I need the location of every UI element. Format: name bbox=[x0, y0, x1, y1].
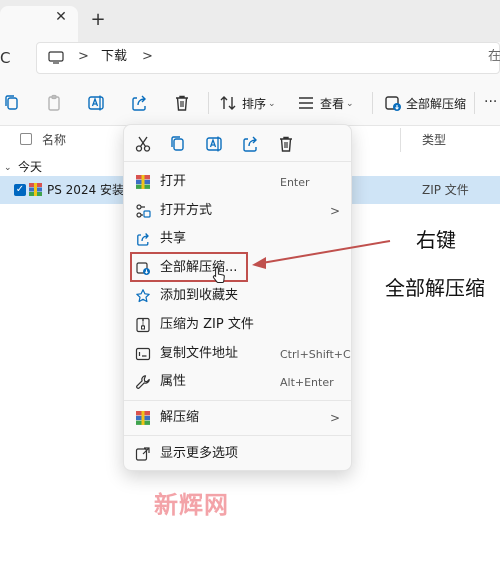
extract-all-button[interactable]: 全部解压缩 bbox=[406, 96, 466, 112]
view-icon[interactable] bbox=[296, 93, 316, 113]
breadcrumb-separator[interactable]: > bbox=[142, 49, 153, 65]
annotation-extract-all: 全部解压缩 bbox=[385, 276, 485, 300]
menu-divider bbox=[124, 400, 351, 401]
open-with-icon bbox=[135, 203, 151, 219]
menu-item-extract[interactable] bbox=[124, 404, 351, 432]
menu-item-label: 共享 bbox=[160, 231, 187, 246]
chevron-down-icon[interactable]: ⌄ bbox=[346, 98, 354, 110]
share-icon bbox=[135, 231, 151, 247]
menu-item-label: 打开 bbox=[160, 174, 187, 189]
copy-path-icon bbox=[135, 346, 151, 362]
menu-item-shortcut: Alt+Enter bbox=[280, 376, 334, 389]
menu-item-shortcut: Enter bbox=[280, 176, 310, 189]
star-icon bbox=[135, 288, 151, 304]
search-placeholder: 在 bbox=[488, 49, 500, 64]
toolbar-divider bbox=[372, 92, 373, 114]
menu-item-label: 打开方式 bbox=[160, 203, 213, 218]
menu-item-open[interactable] bbox=[124, 168, 351, 196]
menu-item-label: 压缩为 ZIP 文件 bbox=[160, 317, 254, 332]
sort-button[interactable]: 排序 bbox=[242, 96, 266, 112]
column-header-name[interactable]: 名称 bbox=[42, 132, 66, 148]
this-pc-icon[interactable] bbox=[48, 49, 64, 64]
menu-item-label: 复制文件地址 bbox=[160, 346, 239, 361]
wrench-icon bbox=[135, 374, 151, 390]
sort-icon[interactable] bbox=[218, 93, 238, 113]
column-divider[interactable] bbox=[400, 128, 401, 152]
zip-icon bbox=[135, 317, 151, 333]
extract-all-icon[interactable] bbox=[383, 93, 403, 113]
menu-item-shortcut: Ctrl+Shift+C bbox=[280, 348, 351, 361]
view-button[interactable]: 查看 bbox=[320, 96, 344, 112]
column-header-type[interactable]: 类型 bbox=[422, 132, 446, 148]
rar-file-icon bbox=[28, 182, 43, 197]
highlight-box bbox=[130, 252, 248, 282]
breadcrumb-downloads[interactable]: 下载 bbox=[101, 49, 127, 65]
rename-icon[interactable] bbox=[204, 134, 224, 154]
chevron-down-icon[interactable]: ⌄ bbox=[4, 162, 12, 174]
watermark: 新辉网 bbox=[154, 491, 229, 519]
select-all-checkbox[interactable] bbox=[20, 133, 32, 145]
menu-divider bbox=[124, 161, 351, 162]
share-icon[interactable] bbox=[240, 134, 260, 154]
copy-icon[interactable] bbox=[168, 134, 188, 154]
annotation-arrow bbox=[252, 240, 391, 269]
toolbar-divider bbox=[208, 92, 209, 114]
refresh-icon[interactable]: C bbox=[0, 50, 14, 66]
rar-icon bbox=[135, 410, 151, 426]
menu-item-label: 显示更多选项 bbox=[160, 446, 239, 461]
menu-item-label: 添加到收藏夹 bbox=[160, 288, 239, 303]
copy-icon[interactable] bbox=[2, 93, 22, 113]
rar-icon bbox=[135, 174, 151, 190]
toolbar-divider bbox=[474, 92, 475, 114]
more-button[interactable]: ··· bbox=[484, 94, 497, 110]
delete-icon[interactable] bbox=[172, 93, 192, 113]
close-tab-icon[interactable]: ✕ bbox=[54, 10, 68, 24]
row-checkbox[interactable]: ✓ bbox=[14, 184, 26, 196]
menu-item-open-with[interactable] bbox=[124, 197, 351, 225]
chevron-down-icon[interactable]: ⌄ bbox=[268, 98, 276, 110]
paste-icon[interactable] bbox=[44, 93, 64, 113]
group-header-today[interactable]: 今天 bbox=[18, 159, 42, 175]
menu-item-label: 解压缩 bbox=[160, 410, 200, 425]
rename-icon[interactable] bbox=[86, 93, 106, 113]
new-tab-button[interactable]: + bbox=[90, 11, 106, 29]
delete-icon[interactable] bbox=[276, 134, 296, 154]
chevron-right-icon: > bbox=[330, 411, 341, 425]
annotation-right-click: 右键 bbox=[416, 228, 456, 252]
cut-icon[interactable] bbox=[133, 134, 153, 154]
share-icon[interactable] bbox=[129, 93, 149, 113]
more-options-icon bbox=[135, 446, 151, 462]
chevron-right-icon: > bbox=[330, 204, 341, 218]
breadcrumb-separator[interactable]: > bbox=[78, 49, 89, 65]
menu-item-label: 属性 bbox=[160, 374, 187, 389]
file-type: ZIP 文件 bbox=[422, 183, 469, 197]
menu-divider bbox=[124, 435, 351, 436]
file-name[interactable]: PS 2024 安装包 bbox=[47, 182, 123, 198]
